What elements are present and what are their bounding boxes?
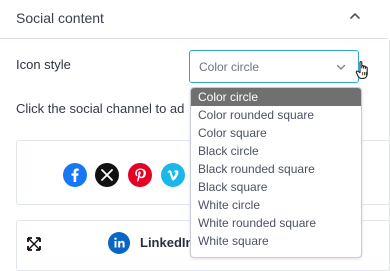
chevron-up-icon[interactable]	[348, 9, 362, 23]
channel-label: LinkedIn	[140, 235, 194, 250]
chevron-down-icon	[336, 64, 346, 70]
instruction-text: Click the social channel to ad	[16, 101, 185, 116]
dropdown-option-black-rounded-square[interactable]: Black rounded square	[191, 160, 361, 178]
dropdown-option-color-rounded-square[interactable]: Color rounded square	[191, 106, 361, 124]
pinterest-icon[interactable]	[128, 163, 152, 187]
facebook-icon[interactable]	[63, 163, 87, 187]
dropdown-option-color-square[interactable]: Color square	[191, 124, 361, 142]
hand-cursor-icon	[355, 61, 368, 80]
dropdown-option-white-circle[interactable]: White circle	[191, 196, 361, 214]
x-icon[interactable]	[95, 163, 119, 187]
vimeo-icon[interactable]	[161, 163, 185, 187]
icon-style-dropdown[interactable]: Color circle Color rounded square Color …	[190, 87, 362, 258]
move-icon[interactable]	[27, 237, 41, 251]
icon-style-select[interactable]: Color circle	[189, 50, 359, 83]
linkedin-icon	[108, 232, 130, 254]
dropdown-option-color-circle[interactable]: Color circle	[191, 88, 361, 106]
dropdown-option-white-square[interactable]: White square	[191, 232, 361, 250]
dropdown-option-white-rounded-square[interactable]: White rounded square	[191, 214, 361, 232]
selected-icon-style: Color circle	[199, 60, 260, 74]
dropdown-option-black-square[interactable]: Black square	[191, 178, 361, 196]
social-content-header[interactable]: Social content	[0, 0, 388, 39]
panel-title: Social content	[16, 10, 104, 26]
icon-style-label: Icon style	[16, 57, 71, 72]
dropdown-option-black-circle[interactable]: Black circle	[191, 142, 361, 160]
